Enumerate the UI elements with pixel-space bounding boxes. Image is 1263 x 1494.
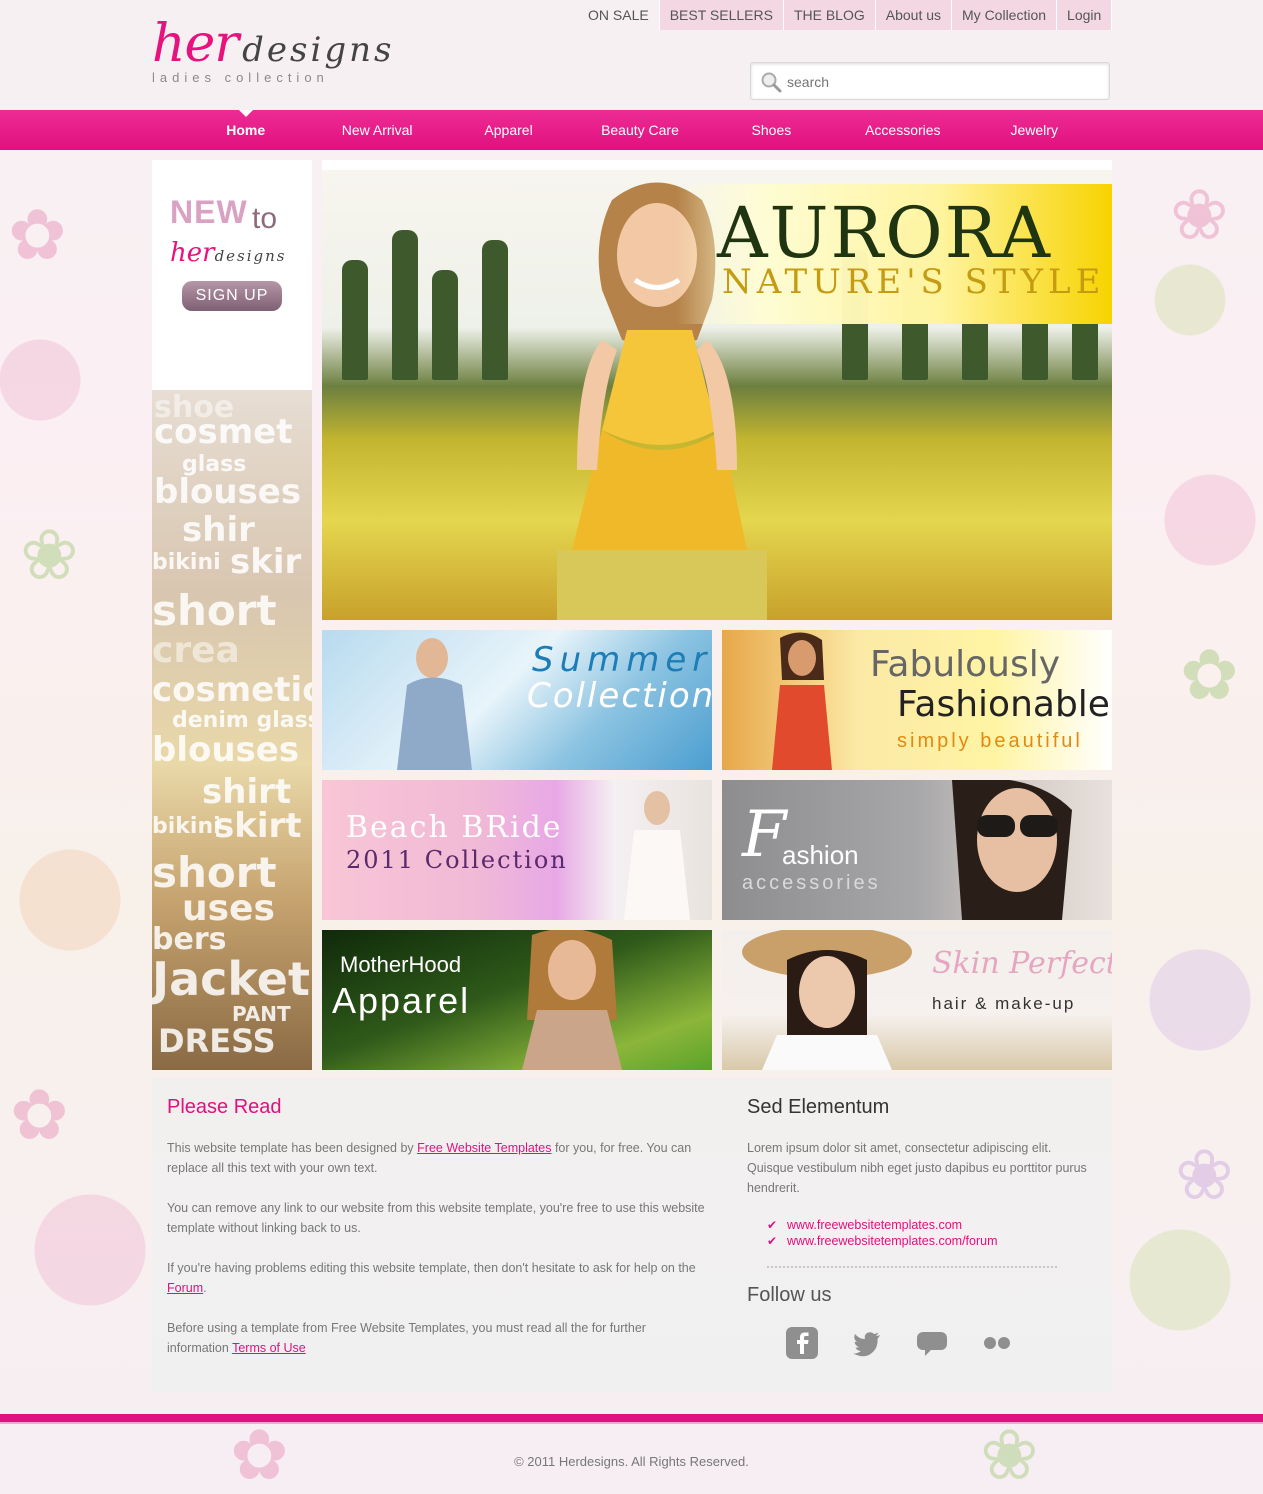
nav-shoes[interactable]: Shoes bbox=[706, 110, 837, 150]
main-navigation: Home New Arrival Apparel Beauty Care Sho… bbox=[0, 110, 1263, 150]
sidebar-brand-designs: designs bbox=[214, 247, 287, 265]
topnav-the-blog[interactable]: THE BLOG bbox=[783, 0, 876, 30]
motherhood-model-image bbox=[522, 930, 622, 1070]
paragraph-3: If you're having problems editing this w… bbox=[167, 1258, 707, 1298]
logo-designs: designs bbox=[242, 30, 395, 70]
nav-apparel[interactable]: Apparel bbox=[443, 110, 574, 150]
promo-skin-perfect[interactable]: Skin Perfect hair & make-up bbox=[722, 930, 1112, 1070]
top-navigation: ON SALE BEST SELLERS THE BLOG About us M… bbox=[578, 0, 1113, 30]
topnav-my-collection[interactable]: My Collection bbox=[952, 0, 1058, 30]
fabulous-subtitle: Fashionable bbox=[897, 684, 1110, 725]
sidebar-brand: herdesigns bbox=[170, 238, 287, 268]
nav-jewelry[interactable]: Jewelry bbox=[969, 110, 1100, 150]
promo-fabulously-fashionable[interactable]: Fabulously Fashionable simply beautiful bbox=[722, 630, 1112, 770]
bride-model-image bbox=[624, 791, 690, 920]
list-item[interactable]: ✔ www.freewebsitetemplates.com/forum bbox=[767, 1233, 998, 1249]
search-input[interactable] bbox=[787, 69, 1097, 95]
fashion-initial: F bbox=[742, 798, 787, 872]
search-icon[interactable] bbox=[759, 70, 783, 94]
copyright-text: © 2011 Herdesigns. All Rights Reserved. bbox=[514, 1454, 749, 1469]
accessories-model-image bbox=[952, 780, 1072, 920]
flower-decoration: ❀ bbox=[1175, 1136, 1234, 1214]
skin-subtitle: hair & make-up bbox=[932, 994, 1076, 1013]
flower-decoration: ✿ bbox=[10, 1076, 69, 1154]
promo-summer-collection[interactable]: Summer Collection bbox=[322, 630, 712, 770]
aside-link-forum[interactable]: www.freewebsitetemplates.com/forum bbox=[787, 1234, 998, 1248]
sed-elementum-text: Lorem ipsum dolor sit amet, consectetur … bbox=[747, 1141, 1087, 1195]
motherhood-title: MotherHood bbox=[340, 952, 462, 977]
chat-bubble-icon[interactable] bbox=[915, 1326, 949, 1360]
topnav-on-sale[interactable]: ON SALE bbox=[578, 0, 660, 30]
topnav-best-sellers[interactable]: BEST SELLERS bbox=[659, 0, 784, 30]
dotted-divider bbox=[767, 1266, 1057, 1268]
terms-of-use-link[interactable]: Terms of Use bbox=[232, 1341, 306, 1355]
topnav-login[interactable]: Login bbox=[1057, 0, 1113, 30]
flower-decoration: ❀ bbox=[20, 516, 79, 594]
forum-link[interactable]: Forum bbox=[167, 1281, 203, 1295]
fabulous-tagline: simply beautiful bbox=[897, 730, 1083, 752]
flickr-icon[interactable] bbox=[980, 1326, 1014, 1360]
paragraph-1: This website template has been designed … bbox=[167, 1138, 707, 1178]
site-logo[interactable]: her designs ladies collection bbox=[152, 14, 394, 85]
summer-model-image bbox=[397, 638, 472, 770]
flower-decoration: ✿ bbox=[1180, 636, 1239, 714]
sidebar-new-label: NEW bbox=[170, 194, 248, 230]
logo-her: her bbox=[152, 14, 239, 74]
motherhood-subtitle: Apparel bbox=[332, 980, 471, 1021]
promo-beach-bride[interactable]: Beach BRide 2011 Collection bbox=[322, 780, 712, 920]
nav-new-arrival[interactable]: New Arrival bbox=[311, 110, 442, 150]
aside-link-home[interactable]: www.freewebsitetemplates.com bbox=[787, 1218, 962, 1232]
nav-accessories[interactable]: Accessories bbox=[837, 110, 968, 150]
promo-motherhood-apparel[interactable]: MotherHood Apparel bbox=[322, 930, 712, 1070]
footer-line bbox=[0, 1422, 1263, 1424]
sidebar-to-label: to bbox=[252, 202, 278, 235]
paragraph-1-text: This website template has been designed … bbox=[167, 1141, 418, 1155]
free-website-templates-link[interactable]: Free Website Templates bbox=[417, 1141, 551, 1155]
facebook-icon[interactable] bbox=[785, 1326, 819, 1360]
flower-decoration: ✿ bbox=[8, 196, 67, 274]
checkmark-icon: ✔ bbox=[767, 1234, 778, 1248]
fashion-model-image bbox=[772, 632, 832, 770]
summer-title: Summer bbox=[532, 640, 712, 680]
paragraph-3-text-end: . bbox=[203, 1281, 207, 1295]
skin-title: Skin Perfect bbox=[932, 946, 1112, 981]
fabulous-title: Fabulously bbox=[870, 644, 1061, 685]
skin-model-image bbox=[742, 930, 912, 1070]
promo-fashion-accessories[interactable]: F ashion accessories bbox=[722, 780, 1112, 920]
sed-elementum-heading: Sed Elementum bbox=[747, 1096, 890, 1118]
paragraph-3-text: If you're having problems editing this w… bbox=[167, 1261, 696, 1275]
hero-subtitle: NATURE'S STYLE bbox=[722, 262, 1106, 302]
please-read-heading: Please Read bbox=[167, 1096, 282, 1118]
signup-sidebar: NEW to herdesigns SIGN UP shoe cosmet gl… bbox=[152, 160, 312, 1070]
fashion-subtitle: accessories bbox=[742, 872, 881, 894]
logo-tagline: ladies collection bbox=[152, 70, 329, 85]
hero-banner[interactable]: AURORA NATURE'S STYLE bbox=[322, 160, 1112, 620]
list-item[interactable]: ✔ www.freewebsitetemplates.com bbox=[767, 1217, 998, 1233]
paragraph-4: Before using a template from Free Websit… bbox=[167, 1318, 707, 1358]
bride-title: Beach BRide bbox=[346, 810, 563, 845]
nav-home[interactable]: Home bbox=[180, 110, 311, 150]
content-panel: Please Read This website template has be… bbox=[152, 1078, 1112, 1392]
sidebar-brand-her: her bbox=[170, 238, 215, 268]
footer-bar bbox=[0, 1414, 1263, 1422]
follow-us-heading: Follow us bbox=[747, 1284, 832, 1306]
search-box bbox=[750, 62, 1110, 100]
flower-decoration: ❀ bbox=[1170, 176, 1229, 254]
paragraph-2: You can remove any link to our website f… bbox=[167, 1201, 705, 1235]
checkmark-icon: ✔ bbox=[767, 1218, 778, 1232]
twitter-icon[interactable] bbox=[850, 1326, 884, 1360]
nav-beauty-care[interactable]: Beauty Care bbox=[574, 110, 705, 150]
fashion-word-cloud-image: shoe cosmet glass blouses shir bikini sk… bbox=[152, 390, 312, 1070]
signup-button[interactable]: SIGN UP bbox=[182, 281, 282, 311]
site-header: her designs ladies collection ON SALE BES… bbox=[0, 0, 1263, 110]
topnav-about-us[interactable]: About us bbox=[875, 0, 953, 30]
summer-subtitle: Collection bbox=[527, 676, 712, 716]
fashion-title: ashion bbox=[782, 840, 859, 870]
bride-subtitle: 2011 Collection bbox=[346, 846, 568, 874]
aside-link-list: ✔ www.freewebsitetemplates.com ✔ www.freew… bbox=[767, 1217, 998, 1249]
